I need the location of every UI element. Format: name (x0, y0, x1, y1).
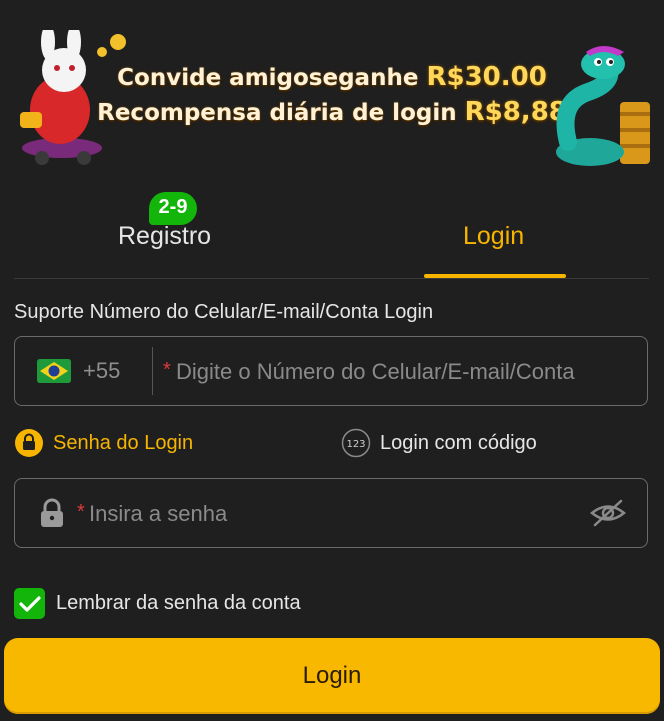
password-input[interactable] (89, 500, 569, 528)
account-input[interactable] (176, 358, 626, 386)
tab-login[interactable]: Login (463, 222, 524, 251)
eye-off-icon[interactable] (589, 498, 627, 528)
password-login-option[interactable]: Senha do Login (14, 428, 193, 458)
code-icon-text: 123 (346, 439, 365, 450)
account-hint: Suporte Número do Celular/E-mail/Conta L… (14, 301, 434, 323)
numeric-code-icon: 123 (341, 428, 371, 458)
country-code[interactable]: +55 (83, 358, 120, 384)
promo-invite-text: Convide amigoseganhe (117, 65, 419, 91)
password-field: * (14, 478, 648, 548)
auth-tabs: 2-9 Registro Login (14, 180, 649, 279)
active-tab-indicator (424, 274, 566, 278)
snake-mascot-icon (556, 46, 650, 166)
promo-invite-amount: R$30.00 (426, 62, 547, 92)
code-login-label: Login com código (380, 431, 537, 454)
account-field: +55 * (14, 336, 648, 406)
remember-password-checkbox[interactable]: Lembrar da senha da conta (14, 588, 301, 619)
brazil-flag-icon[interactable] (37, 359, 71, 383)
register-badge: 2-9 (149, 192, 197, 225)
required-mark: * (77, 501, 85, 523)
promo-daily-text: Recompensa diária de login (97, 100, 457, 126)
padlock-icon (41, 498, 63, 527)
login-button[interactable]: Login (4, 638, 660, 714)
lock-circle-icon (15, 429, 43, 457)
code-login-option[interactable]: 123 Login com código (341, 428, 537, 458)
remember-label: Lembrar da senha da conta (56, 592, 301, 614)
checkmark-icon[interactable] (14, 588, 45, 619)
promo-banner: Convide amigoseganhe R$30.00 Recompensa … (0, 0, 664, 180)
required-mark: * (163, 359, 171, 381)
tab-register[interactable]: Registro (118, 222, 211, 251)
field-divider (152, 347, 153, 395)
password-login-label: Senha do Login (53, 431, 194, 454)
